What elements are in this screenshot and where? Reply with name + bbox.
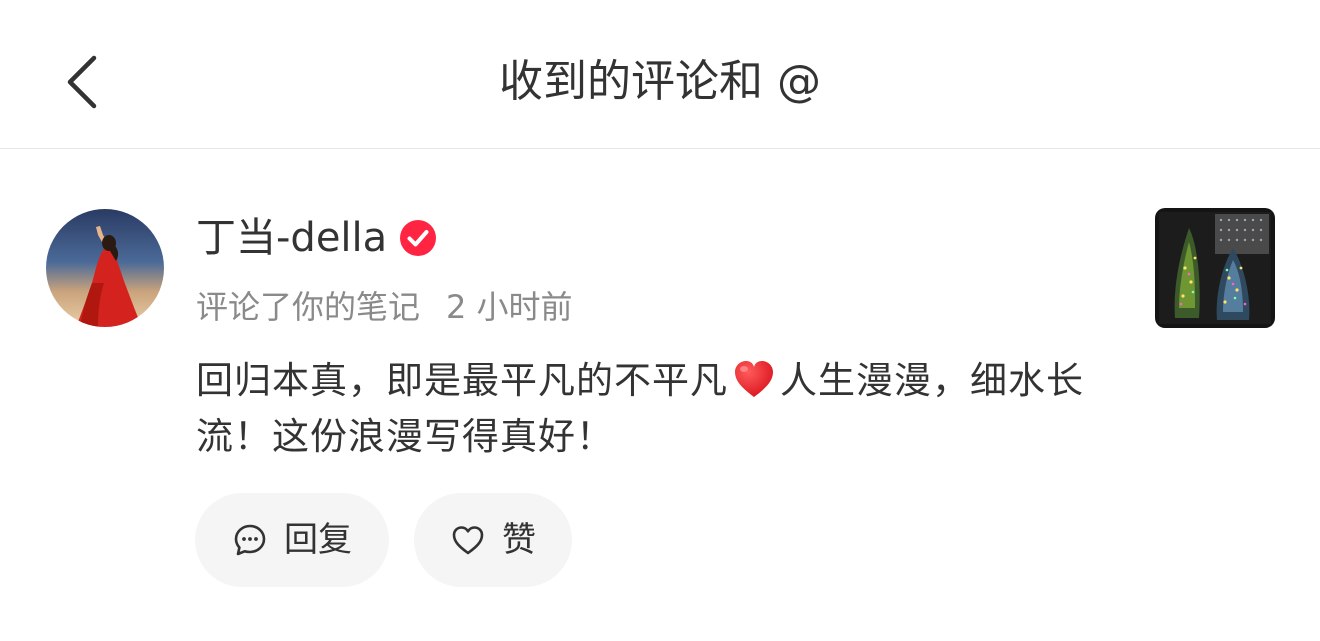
avatar-image [46, 209, 164, 327]
note-thumbnail-image [1155, 208, 1275, 328]
page-title: 收到的评论和 @ [499, 56, 821, 107]
heart-outline-icon [452, 526, 484, 555]
comment-text-part1: 回归本真，即是最平凡的不平凡 [196, 359, 728, 402]
note-thumbnail[interactable] [1155, 208, 1275, 328]
reply-label: 回复 [284, 520, 352, 560]
like-label: 赞 [502, 520, 536, 560]
top-nav-bar: 收到的评论和 @ [0, 0, 1320, 149]
comment-action-text: 评论了你的笔记 [196, 288, 421, 326]
comment-bubble-icon [234, 524, 266, 556]
red-heart-emoji [735, 361, 773, 397]
avatar[interactable] [46, 209, 164, 327]
like-button[interactable]: 赞 [414, 493, 572, 587]
comment-timestamp: 2 小时前 [446, 288, 573, 326]
reply-button[interactable]: 回复 [195, 493, 389, 587]
comment-text: 回归本真，即是最平凡的不平凡 人生漫漫，细水长流！这份浪漫写得真好！ [196, 353, 1106, 465]
comments-page: 收到的评论和 @ 丁当-della 评论了你的笔记 2 小时前 回归本真，即是最… [0, 0, 1320, 641]
comment-meta: 评论了你的笔记 2 小时前 [196, 283, 573, 327]
username-row: 丁当-della [196, 210, 437, 266]
username[interactable]: 丁当-della [196, 210, 387, 266]
verified-badge-icon [400, 220, 437, 256]
